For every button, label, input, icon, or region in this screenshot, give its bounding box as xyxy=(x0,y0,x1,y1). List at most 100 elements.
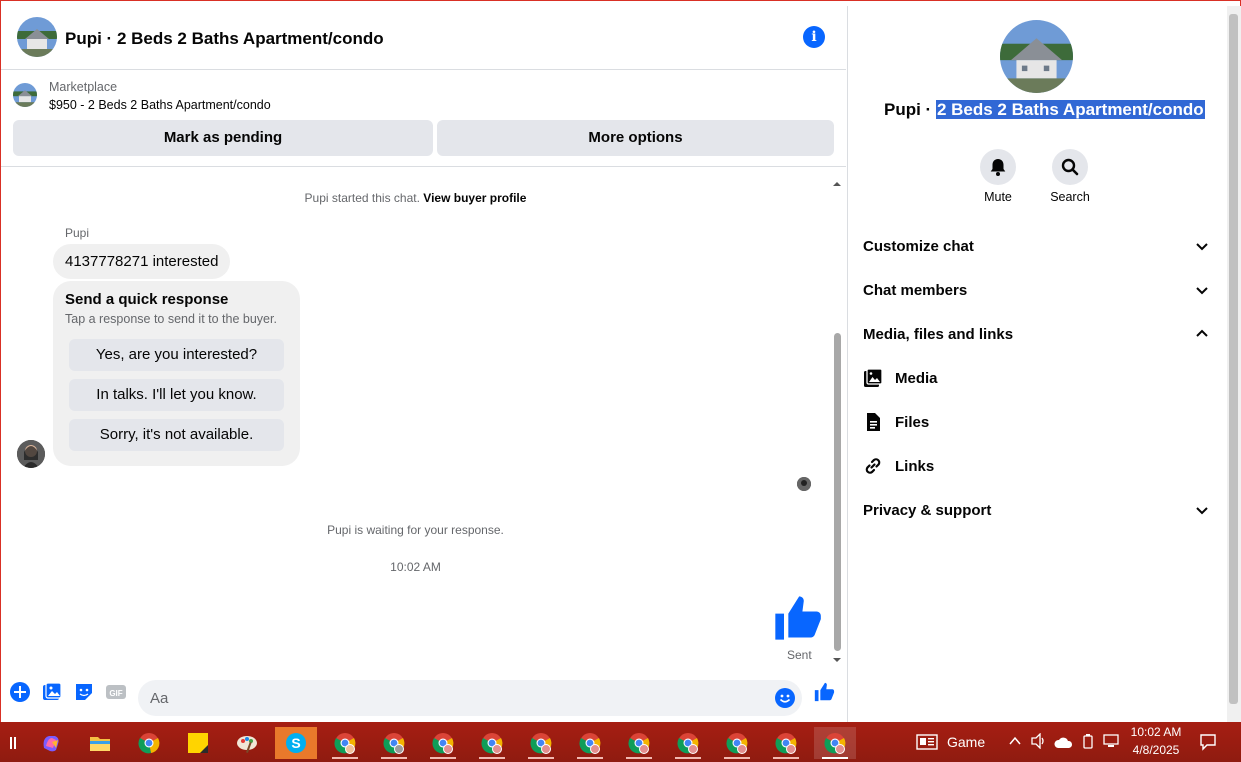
mute-label: Mute xyxy=(984,190,1012,204)
media-files-links-label: Media, files and links xyxy=(863,326,1014,343)
chrome-profile-active-icon[interactable] xyxy=(814,727,856,759)
chrome-icon[interactable] xyxy=(128,727,170,759)
waiting-notice: Pupi is waiting for your response. xyxy=(327,523,504,537)
media-item[interactable]: Media xyxy=(863,364,1213,394)
chevron-down-icon xyxy=(1196,243,1208,251)
more-options-button[interactable]: More options xyxy=(437,120,834,156)
chrome-profile-icon[interactable] xyxy=(422,727,464,759)
sender-avatar[interactable] xyxy=(17,440,45,468)
media-icon xyxy=(864,368,883,387)
scroll-up-arrow[interactable] xyxy=(832,176,842,186)
chat-members-section[interactable]: Chat members xyxy=(863,276,1213,306)
chat-members-label: Chat members xyxy=(863,282,968,299)
search-label: Search xyxy=(1050,190,1090,204)
clock-time[interactable]: 10:02 AM xyxy=(1125,725,1187,739)
marketplace-label: Marketplace xyxy=(49,80,118,94)
listing-thumbnail[interactable] xyxy=(13,83,37,107)
details-avatar[interactable] xyxy=(1000,20,1073,93)
photo-icon[interactable] xyxy=(41,681,63,703)
window-scrollbar-thumb[interactable] xyxy=(1229,14,1238,704)
view-buyer-profile-link[interactable]: View buyer profile xyxy=(423,191,526,205)
chevron-up-icon xyxy=(1196,329,1208,337)
chevron-down-icon xyxy=(1196,507,1208,515)
widget-label[interactable]: Game xyxy=(947,734,985,750)
copilot-icon[interactable] xyxy=(30,727,72,759)
quick-response-title: Send a quick response xyxy=(65,291,229,308)
info-icon[interactable]: i xyxy=(803,26,825,48)
details-name-selected[interactable]: 2 Beds 2 Baths Apartment/condo xyxy=(935,100,1205,119)
search-icon xyxy=(1061,158,1079,176)
details-name-prefix: Pupi · xyxy=(884,100,936,119)
chrome-profile-icon[interactable] xyxy=(618,727,660,759)
volume-icon[interactable] xyxy=(1030,732,1048,750)
battery-icon[interactable] xyxy=(1081,733,1095,749)
chrome-profile-icon[interactable] xyxy=(716,727,758,759)
sender-name: Pupi xyxy=(65,226,90,240)
chrome-profile-icon[interactable] xyxy=(569,727,611,759)
files-label: Files xyxy=(895,414,930,431)
search-button[interactable] xyxy=(1052,149,1088,185)
emoji-icon[interactable] xyxy=(774,687,796,709)
message-input-wrapper xyxy=(138,680,802,716)
chat-started-notice: Pupi started this chat. View buyer profi… xyxy=(1,191,830,205)
listing-title[interactable]: $950 - 2 Beds 2 Baths Apartment/condo xyxy=(49,98,271,112)
customize-chat-section[interactable]: Customize chat xyxy=(863,232,1213,262)
send-like-icon[interactable] xyxy=(813,681,835,703)
active-indicator xyxy=(822,757,848,759)
link-icon xyxy=(865,458,881,474)
message-input[interactable] xyxy=(150,680,770,716)
seen-indicator-avatar xyxy=(797,477,811,491)
customize-chat-label: Customize chat xyxy=(863,238,974,255)
running-indicator xyxy=(724,757,750,759)
marketplace-bar: Marketplace $950 - 2 Beds 2 Baths Apartm… xyxy=(1,70,846,167)
chrome-profile-icon[interactable] xyxy=(324,727,366,759)
running-indicator xyxy=(332,757,358,759)
running-indicator xyxy=(675,757,701,759)
onedrive-icon[interactable] xyxy=(1054,735,1074,749)
chat-scrollbar-thumb[interactable] xyxy=(834,333,841,651)
media-files-links-section[interactable]: Media, files and links xyxy=(863,320,1213,350)
chevron-up-icon[interactable] xyxy=(1008,734,1022,748)
skype-icon[interactable]: S xyxy=(275,727,317,759)
quick-response-subtitle: Tap a response to send it to the buyer. xyxy=(65,312,277,326)
mute-button[interactable] xyxy=(980,149,1016,185)
running-indicator xyxy=(479,757,505,759)
media-label: Media xyxy=(895,370,938,387)
chrome-profile-icon[interactable] xyxy=(520,727,562,759)
chat-started-text: Pupi started this chat. xyxy=(304,191,420,205)
scroll-down-arrow[interactable] xyxy=(832,652,842,662)
chat-title: Pupi · 2 Beds 2 Baths Apartment/condo xyxy=(65,29,384,48)
running-indicator xyxy=(430,757,456,759)
listing-avatar[interactable] xyxy=(17,17,57,57)
mark-pending-button[interactable]: Mark as pending xyxy=(13,120,433,156)
quick-response-yes[interactable]: Yes, are you interested? xyxy=(69,339,284,371)
sticky-notes-icon[interactable] xyxy=(177,727,219,759)
plus-icon[interactable] xyxy=(9,681,31,703)
sticker-icon[interactable] xyxy=(73,681,95,703)
message-bubble: 4137778271 interested xyxy=(53,244,231,279)
chrome-profile-icon[interactable] xyxy=(471,727,513,759)
chrome-profile-icon[interactable] xyxy=(765,727,807,759)
running-indicator xyxy=(773,757,799,759)
message-thread: Pupi started this chat. View buyer profi… xyxy=(1,168,846,668)
sent-status: Sent xyxy=(787,648,812,662)
chevron-down-icon xyxy=(1196,287,1208,295)
network-icon[interactable] xyxy=(1102,733,1120,749)
links-item[interactable]: Links xyxy=(863,452,1213,482)
running-indicator xyxy=(381,757,407,759)
chat-panel: Pupi · 2 Beds 2 Baths Apartment/condo i … xyxy=(1,6,846,722)
clock-date[interactable]: 4/8/2025 xyxy=(1125,743,1187,757)
chrome-profile-icon[interactable] xyxy=(373,727,415,759)
thumbs-up-icon xyxy=(771,592,823,644)
paint-icon[interactable] xyxy=(226,727,268,759)
privacy-support-section[interactable]: Privacy & support xyxy=(863,496,1213,526)
notification-icon[interactable] xyxy=(1199,733,1217,751)
file-explorer-icon[interactable] xyxy=(79,727,121,759)
chrome-profile-icon[interactable] xyxy=(667,727,709,759)
news-widget-icon[interactable] xyxy=(916,734,938,750)
files-item[interactable]: Files xyxy=(863,408,1213,438)
task-view-icon[interactable] xyxy=(0,727,32,759)
quick-response-in-talks[interactable]: In talks. I'll let you know. xyxy=(69,379,284,411)
quick-response-not-available[interactable]: Sorry, it's not available. xyxy=(69,419,284,451)
gif-icon[interactable]: GIF xyxy=(105,681,127,703)
